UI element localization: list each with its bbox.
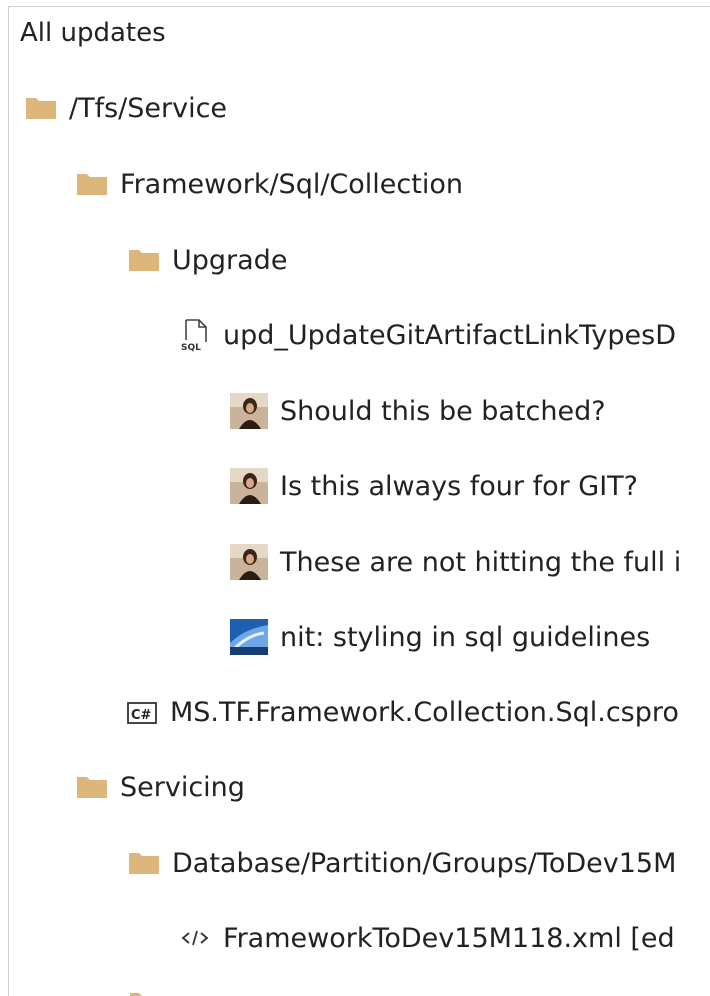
tree-file-xml[interactable]: FrameworkToDev15M118.xml [ed bbox=[179, 915, 675, 961]
tree-item-label: Database/Partition/Groups/ToDev15M bbox=[172, 847, 677, 879]
user-avatar-icon bbox=[230, 544, 268, 580]
comment-thread-item[interactable]: Should this be batched? bbox=[230, 388, 606, 434]
tree-item-label: Upgrade bbox=[172, 244, 288, 276]
comment-thread-item[interactable]: nit: styling in sql guidelines bbox=[230, 614, 650, 660]
comment-text: Should this be batched? bbox=[280, 395, 606, 427]
comment-thread-item[interactable]: Is this always four for GIT? bbox=[230, 463, 638, 509]
tree-item-label: Framework/Sql/Collection bbox=[120, 168, 463, 200]
tree-folder-tfs-service[interactable]: /Tfs/Service bbox=[25, 85, 227, 131]
panel-title: All updates bbox=[20, 18, 166, 48]
svg-text:SQL: SQL bbox=[181, 343, 201, 352]
tree-folder-servicing[interactable]: Servicing bbox=[76, 764, 245, 810]
sql-file-icon: SQL bbox=[181, 319, 207, 352]
comment-text: nit: styling in sql guidelines bbox=[280, 621, 651, 653]
csharp-file-icon: C# bbox=[127, 702, 157, 724]
tree-folder-database-partition[interactable]: Database/Partition/Groups/ToDev15M bbox=[128, 840, 676, 886]
folder-icon bbox=[129, 250, 159, 271]
tree-folder-upgrade[interactable]: Upgrade bbox=[128, 237, 287, 283]
comment-text: Is this always four for GIT? bbox=[280, 470, 639, 502]
tree-item-label: Servicing bbox=[120, 771, 245, 803]
tree-item-label: /Tfs/Service bbox=[69, 92, 228, 124]
comment-thread-item[interactable]: These are not hitting the full i bbox=[230, 539, 681, 585]
folder-icon bbox=[129, 853, 159, 874]
svg-text:C#: C# bbox=[131, 708, 152, 723]
comment-text: These are not hitting the full i bbox=[280, 546, 682, 578]
folder-icon bbox=[130, 993, 158, 996]
user-avatar-icon bbox=[230, 393, 268, 429]
tree-folder-framework-sql-collection[interactable]: Framework/Sql/Collection bbox=[76, 161, 463, 207]
tree-item-label: upd_UpdateGitArtifactLinkTypesD bbox=[223, 319, 676, 351]
folder-icon bbox=[77, 777, 107, 798]
updates-tree-panel: All updates /Tfs/Service Framework/Sql/C… bbox=[8, 6, 710, 996]
tree-file-sql[interactable]: SQL upd_UpdateGitArtifactLinkTypesD bbox=[179, 312, 676, 358]
folder-icon bbox=[26, 98, 56, 119]
tree-file-csproj[interactable]: C# MS.TF.Framework.Collection.Sql.cspro bbox=[126, 689, 679, 735]
user-avatar-icon bbox=[230, 619, 268, 655]
folder-icon bbox=[77, 174, 107, 195]
tree-item-label: FrameworkToDev15M118.xml [ed bbox=[223, 922, 675, 954]
xml-file-icon bbox=[181, 930, 209, 946]
user-avatar-icon bbox=[230, 468, 268, 504]
tree-item-label: MS.TF.Framework.Collection.Sql.cspro bbox=[170, 696, 679, 728]
